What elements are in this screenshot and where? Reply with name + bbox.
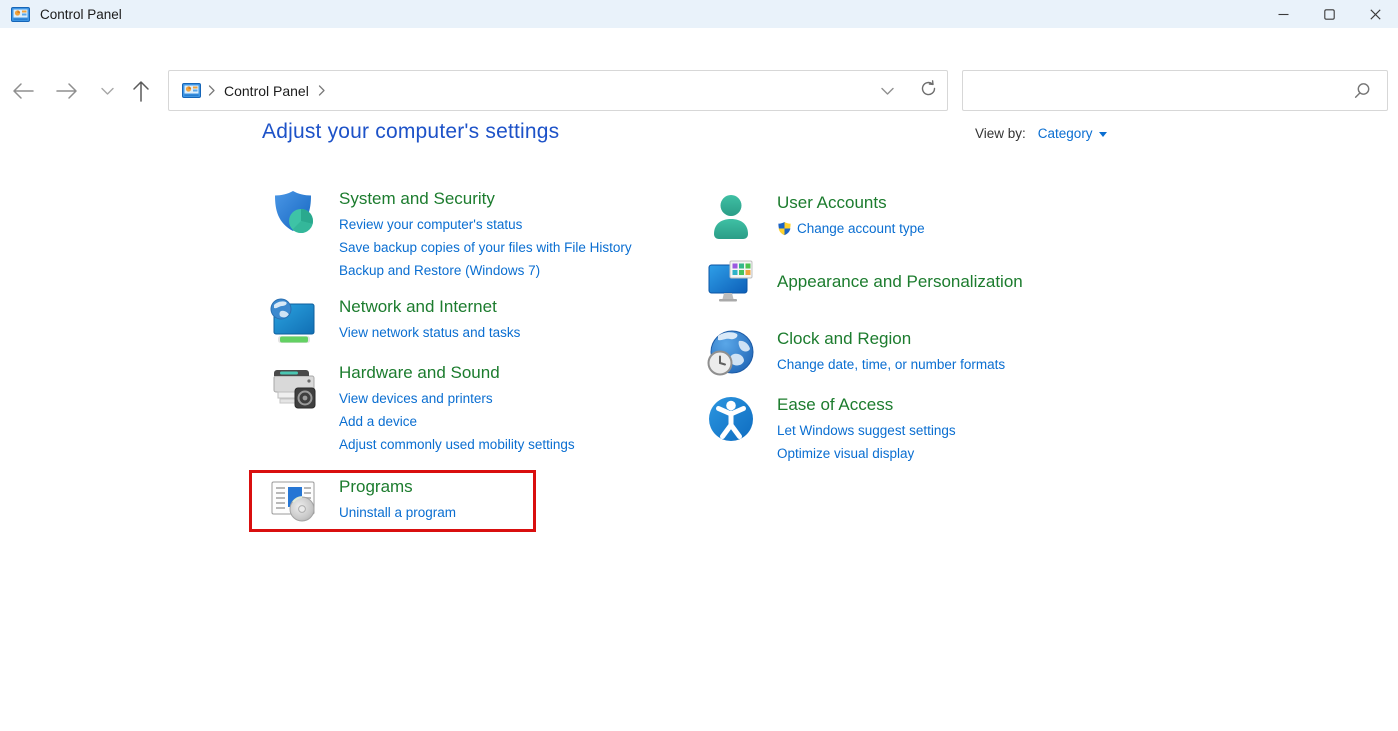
category-title[interactable]: Hardware and Sound: [339, 362, 500, 384]
maximize-button[interactable]: [1306, 0, 1352, 28]
link-add-device[interactable]: Add a device: [339, 410, 575, 433]
control-panel-icon: [182, 83, 201, 98]
link-change-account-type[interactable]: Change account type: [777, 217, 925, 240]
link-file-history[interactable]: Save backup copies of your files with Fi…: [339, 236, 632, 259]
category-network-and-internet: Network and Internet View network status…: [268, 296, 520, 346]
category-title[interactable]: Network and Internet: [339, 296, 497, 318]
dropdown-arrow-icon: [1098, 132, 1107, 137]
category-system-and-security: System and Security Review your computer…: [268, 188, 632, 282]
link-uninstall-program[interactable]: Uninstall a program: [339, 501, 456, 524]
link-mobility-settings[interactable]: Adjust commonly used mobility settings: [339, 433, 575, 456]
page-title: Adjust your computer's settings: [262, 120, 560, 143]
category-hardware-and-sound: Hardware and Sound View devices and prin…: [268, 362, 575, 456]
up-button[interactable]: [126, 76, 156, 106]
uac-shield-icon: [777, 221, 792, 236]
monitor-palette-icon[interactable]: [706, 258, 756, 308]
link-devices-printers[interactable]: View devices and printers: [339, 387, 575, 410]
category-appearance-and-personalization: Appearance and Personalization: [706, 258, 1023, 308]
printer-icon[interactable]: [268, 362, 318, 412]
view-by-dropdown[interactable]: Category: [1038, 126, 1107, 141]
category-title[interactable]: Ease of Access: [777, 394, 893, 416]
nav-toolbar: Control Panel: [0, 28, 1398, 111]
category-ease-of-access: Ease of Access Let Windows suggest setti…: [706, 394, 956, 465]
link-change-date-time[interactable]: Change date, time, or number formats: [777, 353, 1005, 376]
minimize-button[interactable]: [1260, 0, 1306, 28]
window-title: Control Panel: [40, 6, 122, 22]
control-panel-icon: [11, 6, 31, 22]
search-icon[interactable]: [1354, 82, 1371, 104]
control-panel-window: Control Panel Control Panel Adjust your …: [0, 0, 1398, 731]
back-button[interactable]: [8, 76, 38, 106]
category-title[interactable]: Programs: [339, 476, 413, 498]
programs-icon[interactable]: [268, 476, 318, 526]
chevron-right-icon: [208, 85, 215, 96]
category-title[interactable]: Clock and Region: [777, 328, 911, 350]
shield-icon[interactable]: [268, 188, 318, 238]
network-monitor-icon[interactable]: [268, 296, 318, 346]
link-backup-restore[interactable]: Backup and Restore (Windows 7): [339, 259, 632, 282]
address-bar[interactable]: Control Panel: [168, 70, 948, 111]
link-review-computer-status[interactable]: Review your computer's status: [339, 213, 632, 236]
category-title[interactable]: User Accounts: [777, 192, 887, 214]
forward-button[interactable]: [52, 76, 82, 106]
chevron-right-icon[interactable]: [318, 85, 325, 96]
category-title[interactable]: System and Security: [339, 188, 495, 210]
view-by-label: View by:: [975, 126, 1026, 141]
address-dropdown-icon[interactable]: [881, 82, 894, 100]
close-button[interactable]: [1352, 0, 1398, 28]
category-clock-and-region: Clock and Region Change date, time, or n…: [706, 328, 1005, 378]
globe-clock-icon[interactable]: [706, 328, 756, 378]
accessibility-icon[interactable]: [706, 394, 756, 444]
titlebar: Control Panel: [0, 0, 1398, 28]
search-input[interactable]: [973, 71, 1343, 110]
refresh-icon[interactable]: [920, 79, 937, 102]
category-title[interactable]: Appearance and Personalization: [777, 271, 1023, 293]
category-user-accounts: User Accounts Change account type: [706, 192, 925, 242]
search-box[interactable]: [962, 70, 1388, 111]
recent-pages-dropdown[interactable]: [92, 76, 122, 106]
user-icon[interactable]: [706, 192, 756, 242]
category-programs: Programs Uninstall a program: [268, 476, 456, 526]
link-windows-suggest-settings[interactable]: Let Windows suggest settings: [777, 419, 956, 442]
link-optimize-visual-display[interactable]: Optimize visual display: [777, 442, 956, 465]
link-network-status[interactable]: View network status and tasks: [339, 321, 520, 344]
breadcrumb-control-panel[interactable]: Control Panel: [222, 83, 311, 99]
